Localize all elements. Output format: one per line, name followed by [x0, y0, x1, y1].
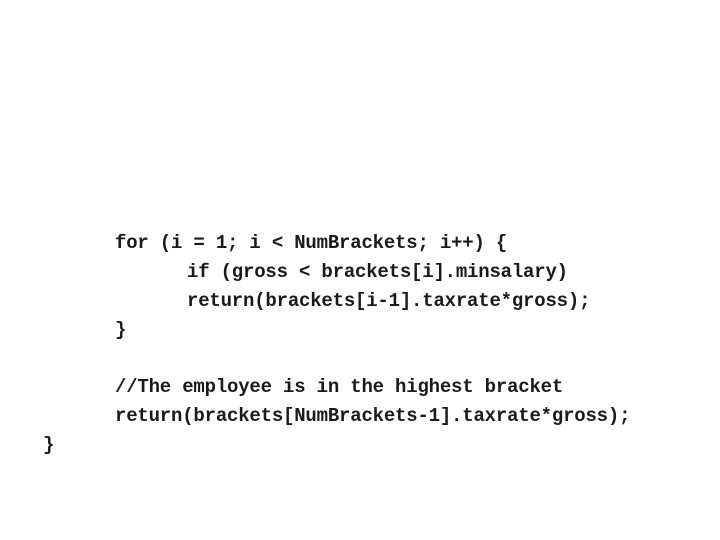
code-line-return-bracket: return(brackets[i-1].taxrate*gross); — [187, 290, 591, 312]
code-slide: for (i = 1; i < NumBrackets; i++) { if (… — [0, 0, 720, 540]
code-line-for-loop: for (i = 1; i < NumBrackets; i++) { — [115, 232, 508, 254]
code-line-loop-close-brace: } — [115, 319, 127, 341]
code-line-return-highest: return(brackets[NumBrackets-1].taxrate*g… — [115, 405, 631, 427]
code-line-comment: //The employee is in the highest bracket — [115, 376, 564, 398]
code-line-function-close-brace: } — [43, 434, 55, 456]
code-line-if-condition: if (gross < brackets[i].minsalary) — [187, 261, 568, 283]
